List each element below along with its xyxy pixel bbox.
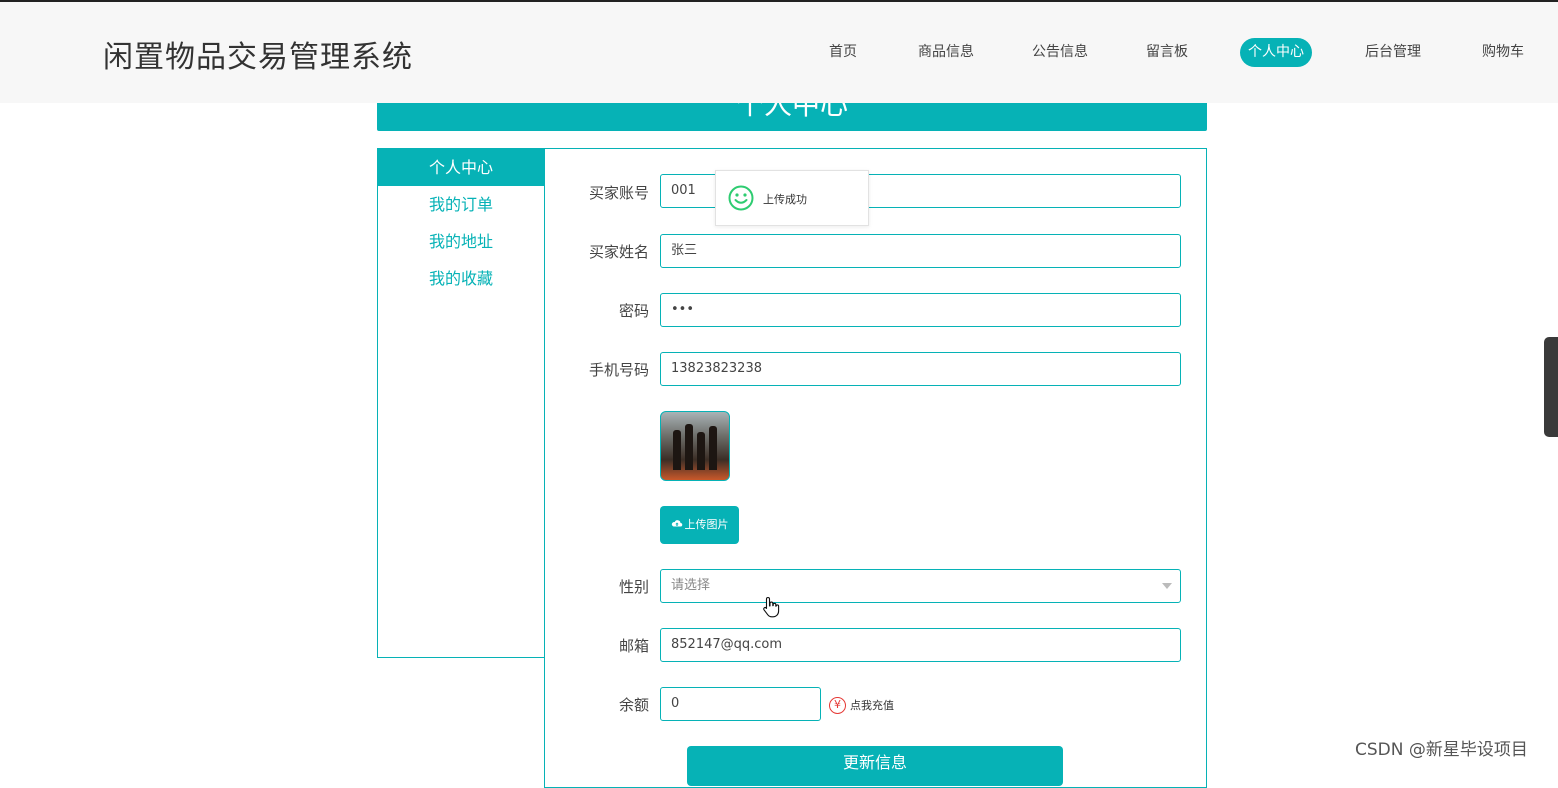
recharge-label: 点我充值 <box>850 699 894 712</box>
gender-select[interactable]: 请选择 <box>660 569 1181 603</box>
email-label: 邮箱 <box>618 637 649 655</box>
nav-item-cart[interactable]: 购物车 <box>1482 38 1524 67</box>
nav-item-messages[interactable]: 留言板 <box>1146 38 1188 67</box>
upload-success-toast: 上传成功 <box>715 170 869 226</box>
yen-icon: ¥ <box>829 696 846 714</box>
nav-item-personal-center[interactable]: 个人中心 <box>1240 38 1312 67</box>
update-info-button[interactable]: 更新信息 <box>687 746 1063 786</box>
toast-message: 上传成功 <box>763 193 807 206</box>
upload-image-button[interactable]: 上传图片 <box>660 506 739 544</box>
page-scroll-handle[interactable] <box>1544 337 1558 437</box>
password-input[interactable]: ••• <box>660 293 1181 327</box>
watermark-text: CSDN @新星毕设项目 <box>1355 740 1528 760</box>
account-label: 买家账号 <box>588 184 649 202</box>
cloud-upload-icon <box>671 520 682 527</box>
app-title: 闲置物品交易管理系统 <box>103 40 413 75</box>
sidebar-item-my-orders[interactable]: 我的订单 <box>378 186 544 223</box>
phone-input[interactable]: 13823823238 <box>660 352 1181 386</box>
phone-label: 手机号码 <box>588 361 649 379</box>
gender-label: 性别 <box>618 578 649 596</box>
nav-item-admin[interactable]: 后台管理 <box>1365 38 1421 67</box>
balance-input[interactable]: 0 <box>660 687 821 721</box>
nav-item-products[interactable]: 商品信息 <box>918 38 974 67</box>
sidebar-item-my-address[interactable]: 我的地址 <box>378 223 544 260</box>
avatar-preview <box>660 411 730 481</box>
sidebar-item-my-favorites[interactable]: 我的收藏 <box>378 260 544 297</box>
chevron-down-icon <box>1162 583 1172 589</box>
hand-cursor-icon <box>763 596 780 618</box>
top-navbar: 闲置物品交易管理系统 首页 商品信息 公告信息 留言板 个人中心 后台管理 购物… <box>0 2 1558 103</box>
nav-item-notices[interactable]: 公告信息 <box>1032 38 1088 67</box>
sidebar-item-personal-center[interactable]: 个人中心 <box>378 149 544 186</box>
smile-icon <box>728 185 754 211</box>
sidebar-menu: 个人中心 我的订单 我的地址 我的收藏 <box>377 148 545 658</box>
name-label: 买家姓名 <box>588 243 649 261</box>
name-input[interactable]: 张三 <box>660 234 1181 268</box>
recharge-link[interactable]: ¥ 点我充值 <box>829 695 894 715</box>
nav-item-home[interactable]: 首页 <box>829 38 857 67</box>
password-label: 密码 <box>618 302 649 320</box>
email-input[interactable]: 852147@qq.com <box>660 628 1181 662</box>
balance-label: 余额 <box>618 696 649 714</box>
upload-image-label: 上传图片 <box>684 518 729 531</box>
gender-placeholder: 请选择 <box>671 578 711 593</box>
